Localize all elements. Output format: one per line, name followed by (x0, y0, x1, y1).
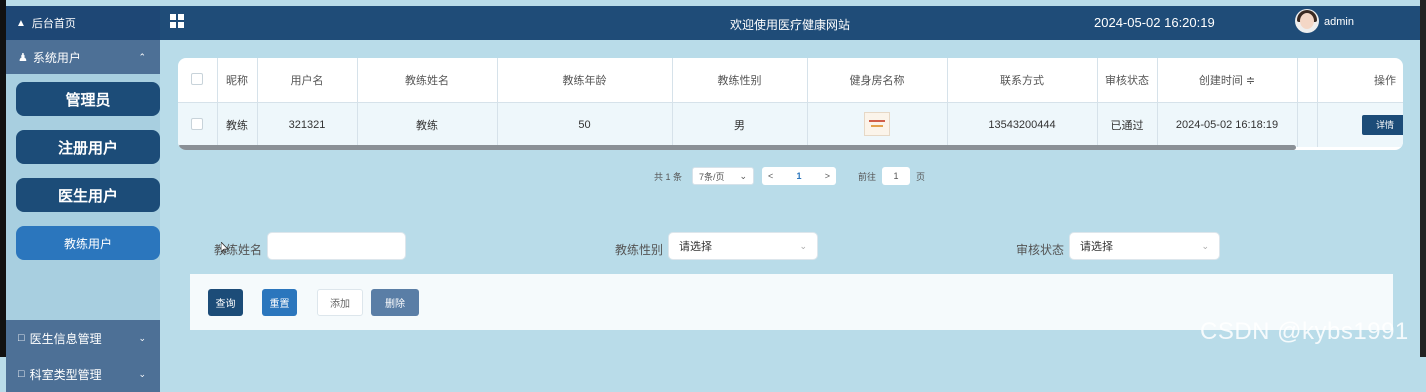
mouse-cursor-icon (221, 242, 229, 254)
cell-gender: 男 (672, 102, 808, 147)
cell-created: 2024-05-02 16:18:19 (1157, 102, 1298, 147)
sidebar-item-registered-users[interactable]: 注册用户 (16, 130, 160, 164)
cell-nickname: 教练 (217, 102, 258, 147)
page-navigation: < 1 > (762, 167, 837, 185)
sidebar-item-label: 教练用户 (63, 236, 112, 251)
review-status-label: 审核状态 (1016, 243, 1065, 257)
home-icon: ▲ (16, 17, 26, 29)
sidebar-submenu: 管理员 注册用户 医生用户 教练用户 (6, 74, 160, 320)
coach-gender-select[interactable]: 请选择 ⌄ (668, 232, 818, 260)
coach-table-card: 昵称 用户名 教练姓名 教练年龄 教练性别 健身房名称 联系方式 审核状态 创建… (178, 58, 1403, 150)
sidebar-item-admin[interactable]: 管理员 (16, 82, 160, 116)
sidebar-item-label: 医生用户 (57, 187, 118, 205)
cell-actions: 详情 (1317, 102, 1403, 147)
column-header: 教练性别 (672, 58, 808, 103)
table-header-row: 昵称 用户名 教练姓名 教练年龄 教练性别 健身房名称 联系方式 审核状态 创建… (178, 58, 1403, 103)
goto-page-input[interactable]: 1 (882, 167, 911, 185)
search-button[interactable]: 查询 (208, 289, 243, 316)
coach-gender-label: 教练性别 (615, 243, 664, 257)
document-icon: □ (18, 332, 25, 344)
sidebar: ▲ 后台首页 ♟ 系统用户 ⌃ 管理员 注册用户 医生用户 教练用户 □ 医生信… (6, 6, 160, 392)
avatar[interactable] (1295, 9, 1319, 33)
column-header: 联系方式 (947, 58, 1098, 103)
column-header: 用户名 (257, 58, 358, 103)
coach-name-input[interactable] (267, 232, 406, 260)
sidebar-item-doctor-info[interactable]: □ 医生信息管理 ⌄ (6, 320, 160, 356)
column-header: 昵称 (217, 58, 258, 103)
sidebar-group-system-users[interactable]: ♟ 系统用户 ⌃ (6, 40, 160, 74)
username-label[interactable]: admin (1324, 16, 1354, 28)
sidebar-item-label: 科室类型管理 (29, 367, 102, 382)
coach-table: 昵称 用户名 教练姓名 教练年龄 教练性别 健身房名称 联系方式 审核状态 创建… (178, 58, 1403, 147)
column-header: 教练年龄 (497, 58, 673, 103)
page-number-button[interactable]: 1 (797, 171, 802, 181)
column-header: 操作 (1317, 58, 1403, 103)
chevron-down-icon: ⌄ (1201, 240, 1209, 251)
prev-page-button[interactable]: < (768, 171, 773, 181)
gym-thumbnail[interactable] (864, 111, 890, 136)
row-checkbox[interactable] (178, 102, 218, 147)
detail-button[interactable]: 详情 (1362, 115, 1403, 135)
sidebar-home-label: 后台首页 (31, 18, 76, 30)
page-size-value: 7条/页 (699, 171, 725, 182)
pagination-total: 共 1 条 (654, 171, 683, 182)
cell-name: 教练 (357, 102, 498, 147)
pagination: 共 1 条 7条/页 ⌄ < 1 > 前往 1 页 (654, 166, 925, 186)
select-placeholder: 请选择 (679, 241, 712, 253)
chevron-down-icon: ⌄ (138, 368, 146, 379)
site-title: 欢迎使用医疗健康网站 (729, 18, 850, 32)
column-header: 教练姓名 (357, 58, 498, 103)
add-button[interactable]: 添加 (317, 289, 363, 316)
chevron-down-icon: ⌄ (799, 240, 807, 251)
column-header: 健身房名称 (807, 58, 948, 103)
next-page-button[interactable]: > (825, 171, 830, 181)
chevron-down-icon: ⌄ (739, 170, 748, 181)
delete-button[interactable]: 删除 (371, 289, 419, 316)
cell-phone: 13543200444 (947, 102, 1098, 147)
top-bar: 欢迎使用医疗健康网站 2024-05-02 16:20:19 admin (160, 6, 1420, 40)
cell-status: 已通过 (1097, 102, 1158, 147)
sidebar-group-label: 系统用户 (32, 50, 81, 65)
chevron-down-icon: ⌄ (138, 332, 146, 343)
select-placeholder: 请选择 (1080, 241, 1113, 253)
user-icon: ♟ (18, 51, 28, 64)
page-size-select[interactable]: 7条/页 ⌄ (692, 167, 755, 185)
cell-username: 321321 (257, 102, 358, 147)
column-header (1297, 58, 1318, 103)
right-window-edge (1420, 0, 1426, 357)
sidebar-item-home[interactable]: ▲ 后台首页 (6, 6, 160, 40)
chevron-up-icon: ⌃ (138, 51, 146, 62)
cell-gym-image[interactable] (807, 102, 948, 147)
goto-label: 前往 (858, 171, 877, 182)
cell-empty (1297, 102, 1318, 147)
current-datetime: 2024-05-02 16:20:19 (1094, 15, 1215, 30)
reset-button[interactable]: 重置 (262, 289, 297, 316)
goto-unit: 页 (916, 171, 926, 182)
sortable-column-header[interactable]: 创建时间 ≑ (1157, 58, 1298, 103)
table-row: 教练 321321 教练 50 男 13543200444 已通过 2024-0… (178, 102, 1403, 147)
sidebar-item-department-types[interactable]: □ 科室类型管理 ⌄ (6, 356, 160, 392)
review-status-select[interactable]: 请选择 ⌄ (1069, 232, 1220, 260)
cell-age: 50 (497, 102, 673, 147)
horizontal-scrollbar[interactable] (178, 145, 1296, 150)
watermark: CSDN @kybs1991 (1200, 318, 1409, 345)
sidebar-item-label: 管理员 (65, 91, 111, 109)
sidebar-item-label: 注册用户 (57, 139, 118, 157)
column-header: 审核状态 (1097, 58, 1158, 103)
select-all-checkbox[interactable] (178, 58, 218, 103)
sidebar-item-doctor-users[interactable]: 医生用户 (16, 178, 160, 212)
sidebar-item-label: 医生信息管理 (29, 331, 102, 346)
document-icon: □ (18, 368, 25, 380)
sidebar-item-coach-users[interactable]: 教练用户 (16, 226, 160, 260)
